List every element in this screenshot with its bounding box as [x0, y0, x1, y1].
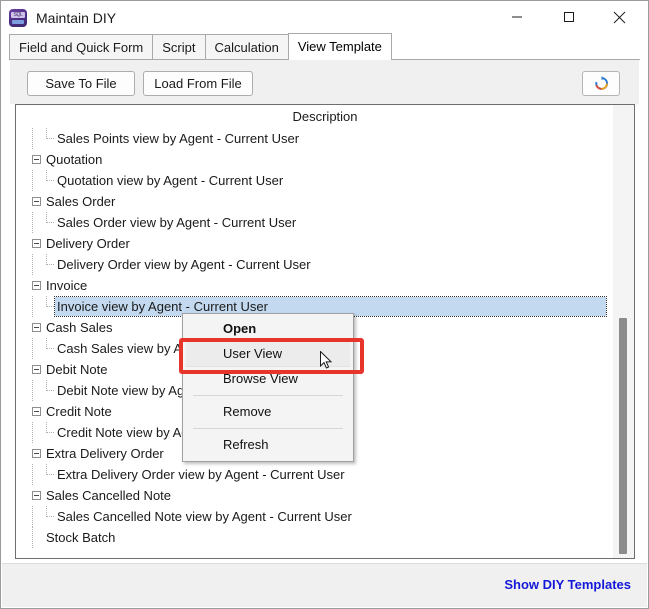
column-header-description: Description [16, 105, 634, 128]
tree-connector-line [32, 380, 34, 401]
menu-separator [193, 395, 343, 396]
tree-connector-line [32, 527, 34, 548]
tree-item-label: Sales Order [46, 194, 116, 209]
tree-group-row[interactable]: Quotation [16, 149, 612, 170]
menu-item-open[interactable]: Open [183, 317, 353, 341]
tree-connector-line [32, 296, 34, 317]
tree-item-label: Stock Batch [46, 530, 116, 545]
tree-connector-line [32, 170, 34, 191]
tree-item-row[interactable]: Extra Delivery Order view by Agent - Cur… [16, 464, 612, 485]
tree-connector-line [32, 338, 34, 359]
tree-item-label: Sales Points view by Agent - Current Use… [57, 131, 300, 146]
tree-item-row[interactable]: Sales Order view by Agent - Current User [16, 212, 612, 233]
title-bar: SQL Maintain DIY [1, 1, 648, 34]
load-from-file-button[interactable]: Load From File [143, 71, 253, 96]
tab-field-and-quick-form[interactable]: Field and Quick Form [9, 34, 154, 59]
tree-connector-line [46, 222, 54, 224]
tree-connector-line [32, 128, 34, 149]
collapse-toggle-icon[interactable] [32, 449, 41, 458]
tree-group-row[interactable]: Invoice [16, 275, 612, 296]
collapse-toggle-icon[interactable] [32, 197, 41, 206]
tree-item-label: Credit Note [46, 404, 112, 419]
tab-label: View Template [297, 39, 382, 54]
tree-item-label: Extra Delivery Order view by Agent - Cur… [57, 467, 345, 482]
scrollbar-thumb[interactable] [619, 318, 627, 554]
tree-item-label: Debit Note [46, 362, 108, 377]
tree-connector-line [46, 180, 54, 182]
tree-group-row[interactable]: Sales Order [16, 191, 612, 212]
tree-item-row[interactable]: Quotation view by Agent - Current User [16, 170, 612, 191]
tree-item-row[interactable]: Stock Batch [16, 527, 612, 548]
tree-connector-line [32, 212, 34, 233]
menu-separator [193, 428, 343, 429]
refresh-icon [594, 76, 608, 90]
minimize-button[interactable] [494, 1, 540, 33]
tree-connector-line [46, 348, 54, 350]
tree-item-label: Invoice [46, 278, 88, 293]
tree-item-label: Extra Delivery Order [46, 446, 164, 461]
collapse-toggle-icon[interactable] [32, 491, 41, 500]
context-menu[interactable]: Open User View Browse View Remove Refresh [182, 313, 354, 462]
show-diy-templates-link[interactable]: Show DIY Templates [504, 577, 631, 592]
tab-view-template[interactable]: View Template [287, 33, 392, 60]
tree-item-label: Delivery Order [46, 236, 130, 251]
maintain-diy-window: SQL Maintain DIY Field and Quick Form Sc… [0, 0, 649, 609]
mouse-cursor [320, 350, 334, 374]
tree-item-label: Quotation [46, 152, 103, 167]
tree-item-label: Sales Cancelled Note view by Agent - Cur… [57, 509, 352, 524]
tab-strip: Field and Quick Form Script Calculation … [9, 33, 640, 60]
tab-calculation[interactable]: Calculation [204, 34, 289, 59]
tab-label: Script [162, 39, 196, 55]
save-to-file-button[interactable]: Save To File [27, 71, 135, 96]
tree-item-label: Delivery Order view by Agent - Current U… [57, 257, 311, 272]
tree-item-row[interactable]: Delivery Order view by Agent - Current U… [16, 254, 612, 275]
status-bar: Show DIY Templates [2, 563, 647, 607]
collapse-toggle-icon[interactable] [32, 155, 41, 164]
collapse-toggle-icon[interactable] [32, 365, 41, 374]
tab-script[interactable]: Script [152, 34, 206, 59]
window-title: Maintain DIY [36, 9, 117, 26]
toolbar: Save To File Load From File [10, 60, 639, 104]
vertical-scrollbar[interactable] [612, 105, 634, 558]
menu-item-refresh[interactable]: Refresh [183, 433, 353, 457]
tree-connector-line [46, 306, 54, 308]
collapse-toggle-icon[interactable] [32, 407, 41, 416]
tree-group-row[interactable]: Sales Cancelled Note [16, 485, 612, 506]
tree-connector-line [46, 138, 54, 140]
tree-connector-line [32, 506, 34, 527]
tree-item-label: Sales Cancelled Note [46, 488, 172, 503]
tab-label: Field and Quick Form [19, 39, 144, 55]
tree-connector-line [32, 422, 34, 443]
collapse-toggle-icon[interactable] [32, 239, 41, 248]
sql-app-icon: SQL [9, 8, 27, 27]
tree-connector-line [46, 390, 54, 392]
collapse-toggle-icon[interactable] [32, 323, 41, 332]
close-button[interactable] [596, 1, 642, 33]
menu-item-remove[interactable]: Remove [183, 400, 353, 424]
tree-item-label: Quotation view by Agent - Current User [57, 173, 284, 188]
tree-connector-line [32, 464, 34, 485]
tree-connector-line [46, 516, 54, 518]
tree-item-row[interactable]: Sales Points view by Agent - Current Use… [16, 128, 612, 149]
collapse-toggle-icon[interactable] [32, 281, 41, 290]
tree-connector-line [46, 264, 54, 266]
tree-connector-line [32, 254, 34, 275]
tree-connector-line [46, 474, 54, 476]
maximize-button[interactable] [546, 1, 592, 33]
tree-item-label: Sales Order view by Agent - Current User [57, 215, 297, 230]
tree-item-row[interactable]: Sales Cancelled Note view by Agent - Cur… [16, 506, 612, 527]
tree-group-row[interactable]: Delivery Order [16, 233, 612, 254]
tree-connector-line [46, 432, 54, 434]
refresh-button[interactable] [582, 71, 620, 96]
tab-label: Calculation [214, 39, 279, 55]
tree-item-label: Cash Sales [46, 320, 113, 335]
